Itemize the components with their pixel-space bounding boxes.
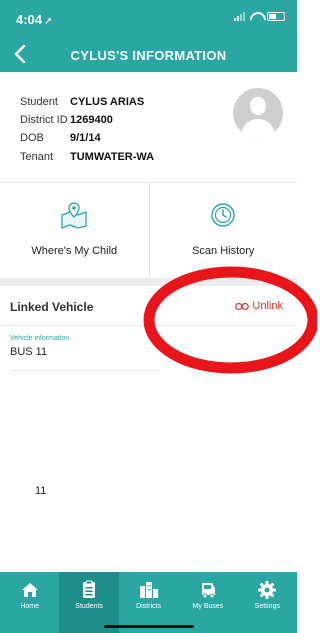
tenant-row: Tenant TUMWATER-WA: [20, 151, 154, 163]
student-row: Student CYLUS ARIAS: [20, 96, 144, 108]
dob-row: DOB 9/1/14: [20, 132, 101, 144]
avatar-body: [241, 119, 275, 138]
avatar: [233, 88, 283, 138]
dob-label: DOB: [20, 132, 44, 144]
action-tiles: Where's My Child Scan History: [0, 182, 297, 278]
buses-icon: [201, 583, 215, 599]
tab-home[interactable]: Home: [0, 572, 59, 633]
students-icon: [83, 580, 96, 598]
tab-students[interactable]: Students: [59, 572, 119, 633]
signal-icon: [234, 12, 245, 21]
section-divider: [0, 278, 297, 286]
tenant-value: TUMWATER-WA: [70, 151, 155, 163]
scan-history-label: Scan History: [192, 245, 255, 257]
status-time: 4:04 ➚: [16, 12, 52, 27]
tab-settings-label: Settings: [254, 603, 280, 610]
tab-districts[interactable]: Districts: [119, 572, 178, 633]
linked-vehicle-title: Linked Vehicle: [10, 300, 94, 314]
tab-my-buses[interactable]: My Buses: [178, 572, 237, 633]
district-id-value: 1269400: [70, 114, 113, 126]
gear-icon: [258, 581, 277, 599]
student-label: Student: [20, 96, 58, 108]
dob-value: 9/1/14: [70, 132, 101, 144]
tab-districts-label: Districts: [136, 603, 161, 610]
districts-icon: [139, 582, 158, 598]
vehicle-info-label: Vehicle information: [10, 335, 70, 342]
location-arrow-icon: ➚: [44, 16, 53, 27]
unlink-chain-icon: [235, 302, 250, 310]
avatar-head: [250, 97, 266, 115]
home-icon: [21, 583, 38, 597]
bottom-tab-bar: Home Students Districts My Buses Setting…: [0, 572, 297, 633]
wheres-my-child-label: Where's My Child: [31, 245, 118, 257]
unlink-label: Unlink: [252, 300, 283, 312]
status-time-text: 4:04: [16, 12, 43, 27]
district-id-label: District ID: [20, 114, 68, 126]
district-id-row: District ID 1269400: [20, 114, 113, 126]
clock-history-icon: [211, 203, 235, 227]
vehicle-info-value: BUS 11: [10, 346, 48, 358]
wheres-my-child-tile[interactable]: Where's My Child: [0, 183, 149, 278]
student-value: CYLUS ARIAS: [70, 96, 145, 108]
tab-home-label: Home: [20, 603, 40, 610]
battery-icon: [267, 12, 285, 21]
linked-vehicle-header: Linked Vehicle Unlink: [0, 286, 297, 326]
map-location-icon: [61, 202, 87, 229]
page-title: CYLUS'S INFORMATION: [70, 48, 227, 63]
wifi-icon: [250, 12, 262, 21]
tab-my-buses-label: My Buses: [192, 603, 224, 610]
tab-settings[interactable]: Settings: [238, 572, 297, 633]
unlink-button[interactable]: Unlink: [235, 300, 283, 312]
scan-history-tile[interactable]: Scan History: [148, 183, 298, 278]
vehicle-info-underline: [10, 370, 160, 371]
tenant-label: Tenant: [20, 151, 54, 163]
status-icons: [234, 12, 285, 21]
header-bar: 4:04 ➚ CYLUS'S INFORMATION: [0, 0, 297, 72]
tab-students-label: Students: [75, 603, 103, 610]
stray-text: 11: [35, 485, 47, 497]
home-indicator[interactable]: [104, 625, 194, 628]
